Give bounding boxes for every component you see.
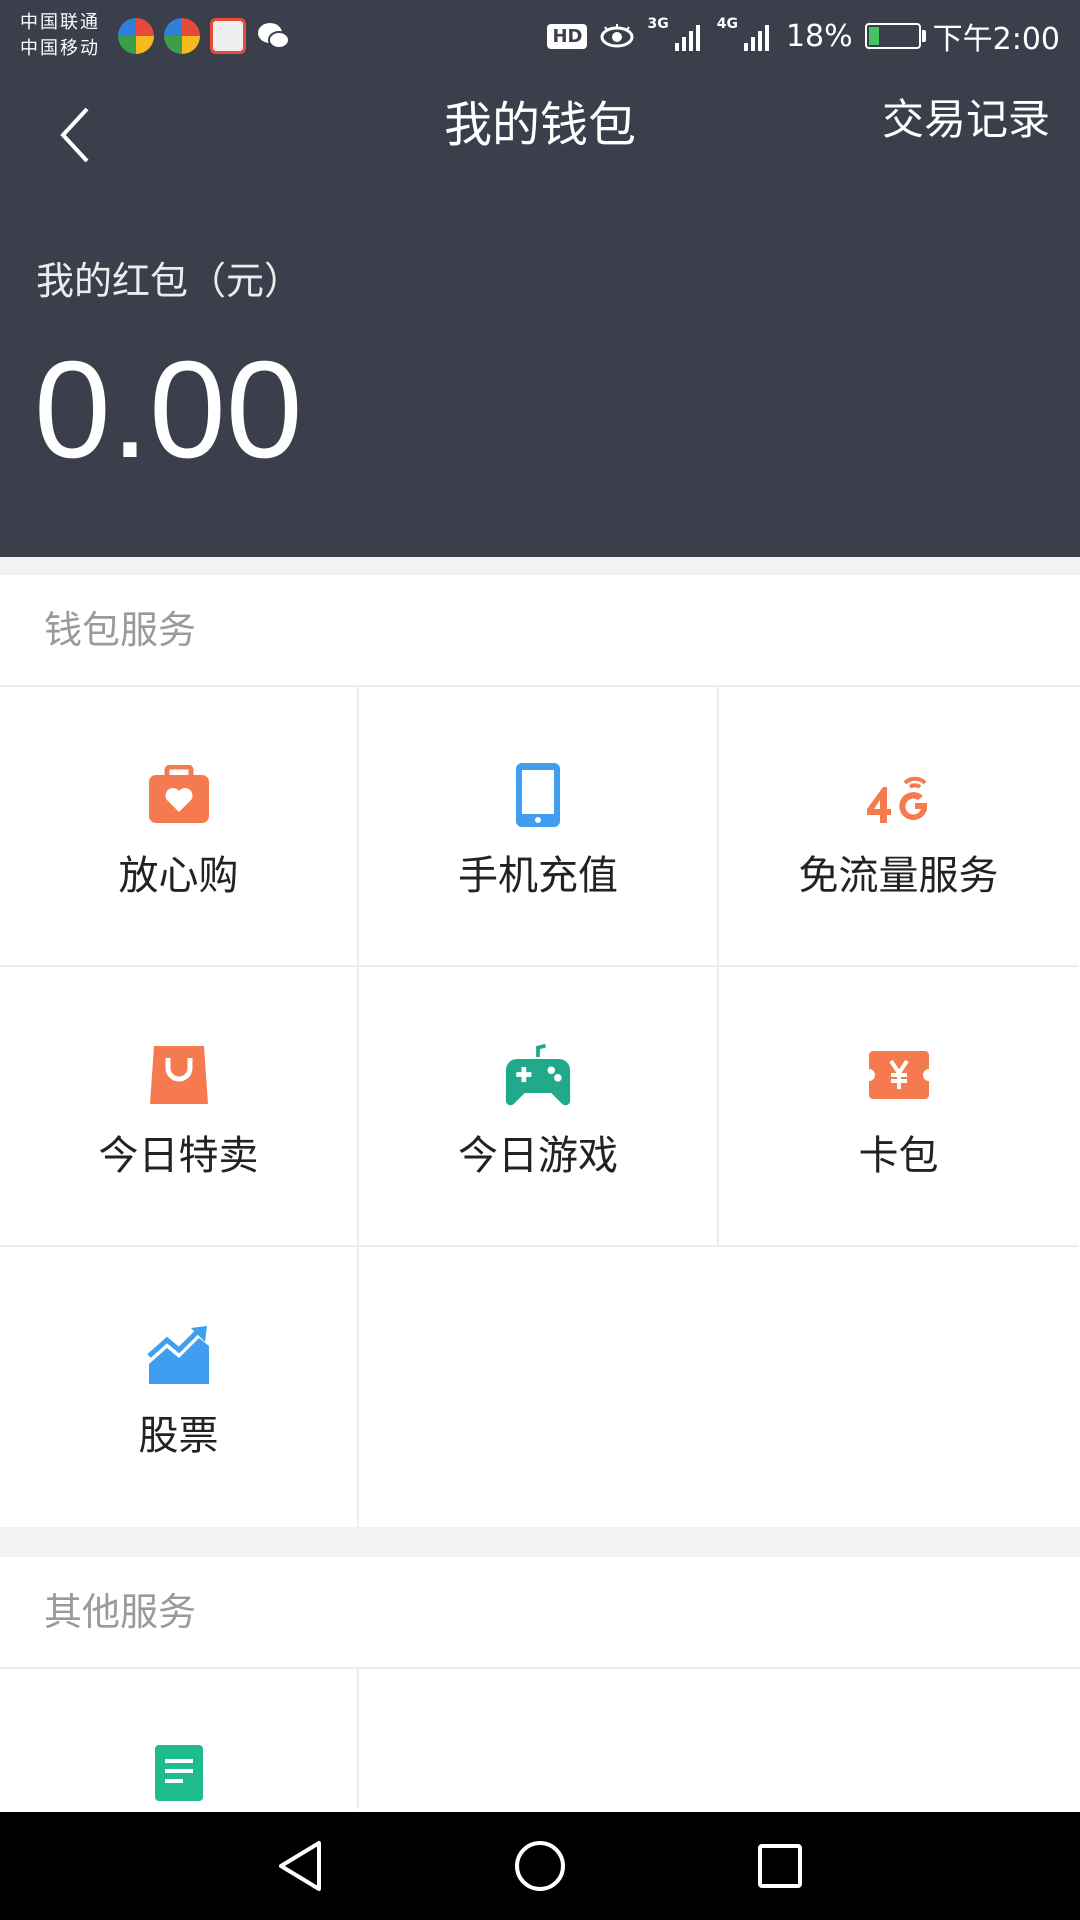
wallet-services-section: 钱包服务 放心购 手机充值 免流量服务 今日特卖 今日游戏 卡包 股票: [0, 575, 1080, 1527]
status-bar: 中国联通 中国移动 HD 3G 4G 18% 下午2:00: [0, 0, 1080, 72]
system-navigation-bar: [0, 1812, 1080, 1920]
signal-type-2: 4G: [716, 16, 738, 32]
document-icon: [145, 1739, 213, 1807]
triangle-back-icon: [279, 1841, 321, 1891]
status-indicators: HD 3G 4G 18% 下午2:00: [547, 14, 1060, 58]
service-item-mobile-topup[interactable]: 手机充值: [359, 687, 719, 967]
service-item-document[interactable]: [0, 1669, 359, 1809]
service-grid: 放心购 手机充值 免流量服务 今日特卖 今日游戏 卡包 股票: [0, 687, 1080, 1527]
transaction-history-link[interactable]: 交易记录: [882, 80, 1050, 160]
app-notification-icon: [164, 18, 200, 54]
signal-strength-icon: [743, 25, 769, 51]
shopping-bag-icon: [145, 1041, 213, 1109]
eye-comfort-icon: [600, 24, 634, 48]
red-packet-label: 我的红包（元）: [36, 259, 303, 303]
circle-home-icon: [515, 1841, 565, 1891]
4g-icon: [865, 761, 933, 829]
wechat-icon: [258, 23, 290, 49]
service-grid: [0, 1669, 1080, 1809]
hd-badge: HD: [547, 23, 588, 49]
signal-strength-icon: [674, 25, 700, 51]
wallet-header: 中国联通 中国移动 HD 3G 4G 18% 下午2:00 我的钱包 交易记录 …: [0, 0, 1080, 557]
section-title: 其他服务: [0, 1557, 1080, 1669]
carrier-2: 中国移动: [20, 38, 100, 59]
system-back-button[interactable]: [255, 1821, 345, 1911]
service-label: 放心购: [118, 853, 239, 899]
service-item-card-wallet[interactable]: 卡包: [719, 967, 1078, 1247]
square-recents-icon: [758, 1844, 802, 1888]
gamepad-icon: [504, 1041, 572, 1109]
service-item-stocks[interactable]: 股票: [0, 1247, 359, 1527]
battery-icon: [864, 23, 926, 49]
system-recents-button[interactable]: [735, 1821, 825, 1911]
service-label: 今日特卖: [98, 1133, 259, 1179]
service-label: 手机充值: [458, 853, 618, 899]
service-item-free-data[interactable]: 免流量服务: [719, 687, 1078, 967]
service-item-worry-free-shopping[interactable]: 放心购: [0, 687, 359, 967]
notification-icons: [118, 18, 292, 54]
clock: 下午2:00: [932, 22, 1060, 57]
carrier-names: 中国联通 中国移动: [20, 10, 100, 62]
service-label: 今日游戏: [458, 1133, 618, 1179]
app-notification-icon: [210, 18, 246, 54]
empty-grid-cell: [359, 1247, 1078, 1527]
chevron-left-icon: [60, 107, 89, 163]
back-button[interactable]: [40, 100, 110, 170]
signal-type-1: 3G: [647, 16, 669, 32]
service-label: 免流量服务: [798, 853, 999, 899]
mobile-phone-icon: [504, 761, 572, 829]
service-item-daily-deals[interactable]: 今日特卖: [0, 967, 359, 1247]
section-title: 钱包服务: [0, 575, 1080, 687]
service-label: 卡包: [858, 1133, 939, 1179]
empty-grid-cell: [359, 1669, 1078, 1809]
stock-chart-icon: [145, 1321, 213, 1389]
service-item-daily-games[interactable]: 今日游戏: [359, 967, 719, 1247]
system-home-button[interactable]: [495, 1821, 585, 1911]
carrier-1: 中国联通: [20, 12, 100, 33]
other-services-section: 其他服务: [0, 1557, 1080, 1812]
yen-ticket-icon: [865, 1041, 933, 1109]
app-notification-icon: [118, 18, 154, 54]
heart-bag-icon: [145, 761, 213, 829]
service-label: 股票: [138, 1413, 219, 1459]
nav-bar: 我的钱包 交易记录: [0, 80, 1080, 180]
red-packet-amount[interactable]: 0.00: [34, 335, 303, 485]
battery-percent: 18%: [785, 18, 853, 54]
